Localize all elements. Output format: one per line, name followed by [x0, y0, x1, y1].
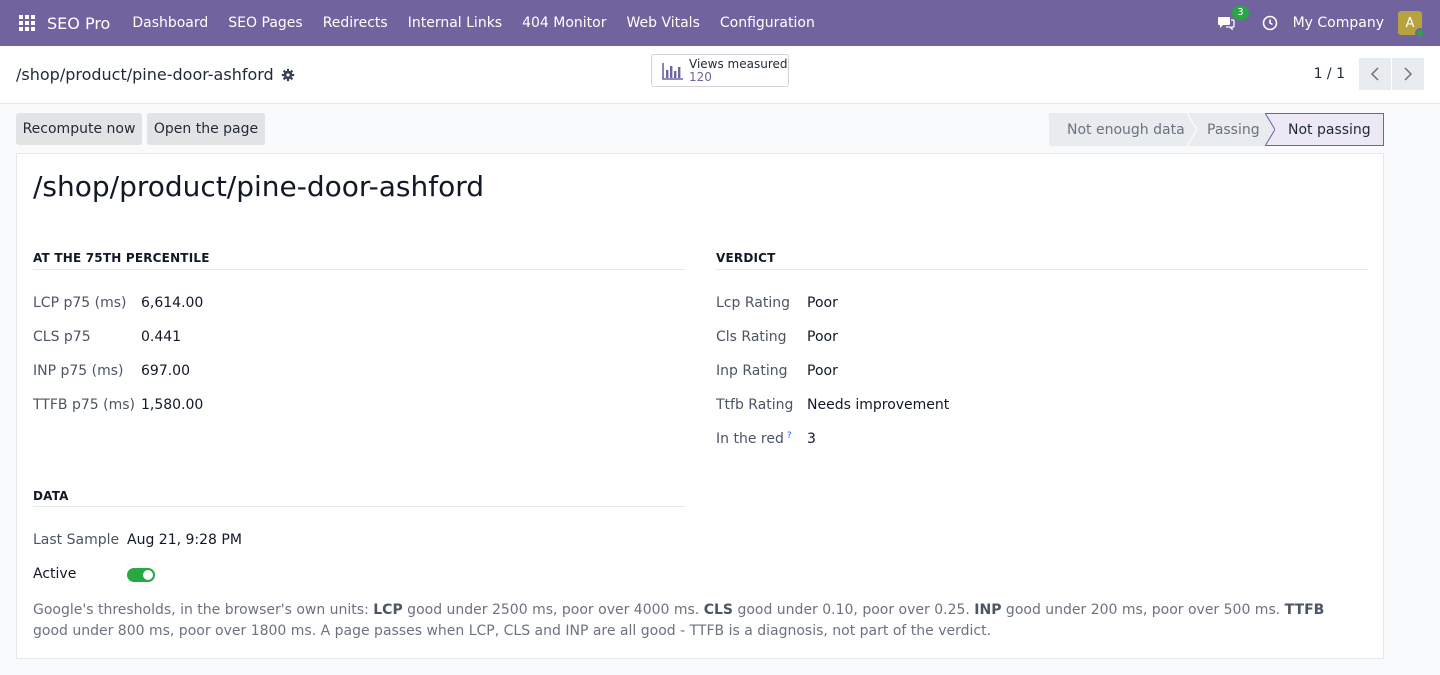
stage-passing[interactable]: Passing [1187, 113, 1275, 146]
note-text: Google's thresholds, in the browser's ow… [33, 602, 374, 618]
active-toggle[interactable] [127, 568, 155, 582]
pager-previous-button[interactable] [1359, 58, 1391, 90]
thresholds-note: Google's thresholds, in the browser's ow… [33, 600, 1363, 642]
stage-not-enough-data[interactable]: Not enough data [1049, 113, 1197, 146]
lcp-rating-label: Lcp Rating [716, 295, 790, 311]
clock-icon [1262, 15, 1277, 31]
note-ttfb: TTFB [1284, 602, 1325, 618]
ttfb-p75-value[interactable]: 1,580.00 [141, 397, 203, 413]
in-the-red-label: In the red? [716, 431, 792, 447]
section-divider [33, 506, 685, 507]
activity-button[interactable] [1257, 10, 1283, 36]
status-bar: Not enough data Passing Not passing [1049, 113, 1384, 149]
pager-next-button[interactable] [1392, 58, 1424, 90]
note-text: good under 0.10, poor over 0.25. [733, 602, 975, 618]
cls-rating-value[interactable]: Poor [807, 329, 838, 345]
ttfb-rating-label: Ttfb Rating [716, 397, 794, 413]
stage-not-passing[interactable]: Not passing [1265, 113, 1384, 146]
open-page-button[interactable]: Open the page [147, 113, 265, 145]
ttfb-rating-value[interactable]: Needs improvement [807, 397, 949, 413]
cls-p75-label: CLS p75 [33, 329, 91, 345]
breadcrumb-record: /shop/product/pine-door-ashford [16, 65, 274, 84]
cls-rating-label: Cls Rating [716, 329, 787, 345]
menu-404-monitor[interactable]: 404 Monitor [512, 0, 616, 46]
app-brand[interactable]: SEO Pro [47, 14, 110, 33]
note-lcp: LCP [373, 602, 403, 618]
active-label: Active [33, 566, 77, 582]
form-statusbar-row: Recompute now Open the page Not enough d… [0, 104, 1440, 154]
note-text: good under 800 ms, poor over 1800 ms. A … [33, 623, 992, 639]
ttfb-p75-label: TTFB p75 (ms) [33, 397, 135, 413]
menu-configuration[interactable]: Configuration [710, 0, 825, 46]
menu-web-vitals[interactable]: Web Vitals [616, 0, 709, 46]
views-measured-button[interactable]: Views measured 120 [651, 54, 789, 87]
in-the-red-text: In the red [716, 431, 784, 447]
stage-label: Not passing [1288, 121, 1371, 138]
last-sample-value[interactable]: Aug 21, 9:28 PM [127, 532, 242, 548]
control-panel: /shop/product/pine-door-ashford Views me… [0, 46, 1440, 104]
apps-menu-icon[interactable] [0, 0, 54, 46]
pager-value[interactable]: 1 / 1 [1314, 66, 1345, 82]
note-inp: INP [974, 602, 1002, 618]
chat-icon [1217, 17, 1235, 31]
menu-internal-links[interactable]: Internal Links [398, 0, 512, 46]
smart-button-value: 120 [689, 69, 712, 84]
section-75th-percentile: AT THE 75TH PERCENTILE [33, 251, 210, 265]
stage-label: Passing [1207, 121, 1260, 138]
section-divider [33, 269, 685, 270]
last-sample-label: Last Sample [33, 532, 120, 548]
menu-seo-pages[interactable]: SEO Pages [218, 0, 312, 46]
messaging-button[interactable]: 3 [1213, 6, 1249, 36]
inp-rating-value[interactable]: Poor [807, 363, 838, 379]
record-title[interactable]: /shop/product/pine-door-ashford [33, 170, 484, 203]
gear-icon[interactable] [281, 68, 295, 82]
lcp-p75-value[interactable]: 6,614.00 [141, 295, 203, 311]
company-switcher[interactable]: My Company [1293, 15, 1384, 31]
lcp-rating-value[interactable]: Poor [807, 295, 838, 311]
user-avatar[interactable]: A [1398, 11, 1425, 38]
chat-count-badge: 3 [1232, 6, 1249, 20]
top-navbar: SEO Pro Dashboard SEO Pages Redirects In… [0, 0, 1440, 46]
help-tooltip-icon[interactable]: ? [787, 431, 792, 441]
inp-rating-label: Inp Rating [716, 363, 788, 379]
note-text: good under 200 ms, poor over 500 ms. [1001, 602, 1285, 618]
lcp-p75-label: LCP p75 (ms) [33, 295, 127, 311]
inp-p75-label: INP p75 (ms) [33, 363, 124, 379]
menu-dashboard[interactable]: Dashboard [122, 0, 218, 46]
inp-p75-value[interactable]: 697.00 [141, 363, 190, 379]
bar-chart-icon [662, 62, 683, 80]
section-verdict: VERDICT [716, 251, 776, 265]
cls-p75-value[interactable]: 0.441 [141, 329, 181, 345]
note-text: good under 2500 ms, poor over 4000 ms. [402, 602, 704, 618]
section-divider [716, 269, 1368, 270]
online-status-dot [1415, 28, 1425, 38]
recompute-now-button[interactable]: Recompute now [16, 113, 142, 145]
chevron-left-icon [1370, 67, 1379, 81]
breadcrumb: /shop/product/pine-door-ashford [16, 65, 295, 84]
record-pager: 1 / 1 [1314, 58, 1424, 90]
stage-label: Not enough data [1067, 121, 1185, 138]
smart-button-label: Views measured [689, 56, 788, 71]
menu-redirects[interactable]: Redirects [313, 0, 398, 46]
in-the-red-value[interactable]: 3 [807, 431, 816, 447]
form-sheet: /shop/product/pine-door-ashford AT THE 7… [16, 153, 1384, 659]
chevron-right-icon [1404, 67, 1413, 81]
section-data: DATA [33, 489, 69, 503]
avatar-letter: A [1405, 15, 1415, 31]
note-cls: CLS [703, 602, 733, 618]
